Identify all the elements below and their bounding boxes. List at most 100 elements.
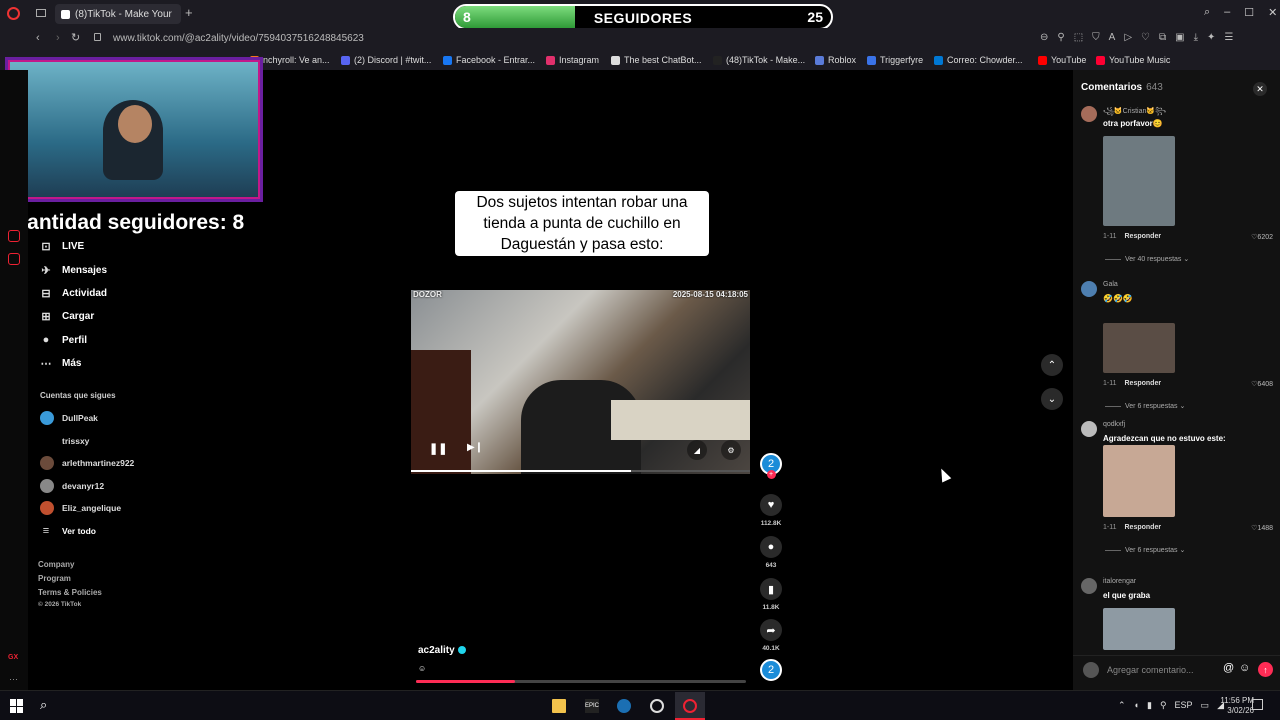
following-account[interactable]: devanyr12	[40, 479, 104, 493]
file-explorer-icon[interactable]	[552, 699, 566, 713]
download-icon[interactable]: ⤓	[1194, 32, 1198, 43]
sidebar-item-cargar[interactable]: ⊞ Cargar	[40, 310, 94, 323]
previous-video-button[interactable]: ⌃	[1041, 354, 1063, 376]
snapshot-icon[interactable]: ⬚	[1074, 32, 1083, 43]
footer-link[interactable]: Terms & Policies	[38, 588, 102, 597]
comment-input[interactable]	[1107, 662, 1217, 678]
ai-icon[interactable]: ✦	[1207, 32, 1215, 43]
extensions-icon[interactable]: ⧉	[1159, 32, 1166, 43]
minimize-button[interactable]: –	[1224, 6, 1230, 19]
volume-icon[interactable]: ◢	[687, 440, 707, 460]
obs-icon[interactable]	[650, 699, 664, 713]
language-indicator[interactable]: ESP	[1175, 700, 1193, 711]
sidebar-item-perfil[interactable]: ● Perfil	[40, 334, 87, 346]
bookmark-item[interactable]: Correo: Chowder...	[934, 50, 1023, 70]
back-icon[interactable]: ‹	[36, 32, 40, 44]
bookmark-item[interactable]: The best ChatBot...	[611, 50, 702, 70]
comment-likes[interactable]: ♡6202	[1251, 233, 1273, 241]
tray-chevron-icon[interactable]: ⌃	[1118, 700, 1126, 711]
rail-icon[interactable]	[8, 230, 20, 242]
view-replies-button[interactable]: Ver 6 respuestas ⌄	[1105, 546, 1185, 554]
comment-button[interactable]: ● 643	[760, 536, 782, 569]
comment-user[interactable]: ꧁🐱Cristian🐱꧂	[1103, 106, 1166, 120]
follow-plus-icon[interactable]: +	[766, 470, 776, 479]
bookmark-item[interactable]: YouTube Music	[1096, 50, 1170, 70]
browser-tab[interactable]: (8)TikTok - Make Your	[55, 4, 181, 24]
view-replies-button[interactable]: Ver 40 respuestas ⌄	[1105, 255, 1189, 263]
save-button[interactable]: ▮ 11.8K	[760, 578, 782, 611]
avatar[interactable]	[1081, 421, 1097, 437]
opera-gx-taskbar-button[interactable]	[675, 692, 705, 720]
rail-icon[interactable]	[8, 253, 20, 265]
rail-more-icon[interactable]: ···	[9, 674, 18, 684]
comment-image[interactable]	[1103, 323, 1175, 373]
comment-image[interactable]	[1103, 608, 1175, 650]
sidebar-item-mensajes[interactable]: ✈ Mensajes	[40, 264, 107, 277]
close-window-button[interactable]: ✕	[1268, 6, 1277, 19]
mic-icon[interactable]: ▮	[1147, 700, 1152, 711]
close-icon[interactable]: ✕	[1253, 82, 1267, 96]
avatar[interactable]	[1081, 281, 1097, 297]
mention-icon[interactable]: @	[1223, 662, 1234, 674]
settings-icon[interactable]: ⚙	[721, 440, 741, 460]
search-icon[interactable]: ⌕	[40, 697, 54, 712]
translate-icon[interactable]: A	[1109, 32, 1116, 43]
next-video-button[interactable]: ⌄	[1041, 388, 1063, 410]
view-replies-button[interactable]: Ver 6 respuestas ⌄	[1105, 402, 1185, 410]
pause-icon[interactable]: ❚❚	[429, 442, 447, 455]
bookmark-item[interactable]: (2) Discord | #twit...	[341, 50, 431, 70]
new-tab-button[interactable]: +	[185, 5, 193, 20]
reply-button[interactable]: Responder	[1125, 233, 1162, 240]
share-button[interactable]: ➦ 40.1K	[760, 619, 782, 652]
steam-icon[interactable]	[617, 699, 631, 713]
menu-icon[interactable]: ☰	[1224, 32, 1233, 43]
comment-user[interactable]: italorengar	[1103, 578, 1136, 585]
url-field[interactable]: www.tiktok.com/@ac2ality/video/759403751…	[113, 33, 364, 44]
shield-icon[interactable]: ⛉	[1092, 32, 1100, 43]
like-button[interactable]: ♥ 112.8K	[760, 494, 782, 527]
sidebar-item-actividad[interactable]: ⊟ Actividad	[40, 287, 107, 300]
headset-icon[interactable]: ◖	[1134, 700, 1139, 711]
video-author[interactable]: ac2ality	[418, 645, 466, 656]
epic-games-icon[interactable]: EPIC	[585, 699, 599, 713]
footer-link[interactable]: Company	[38, 560, 74, 569]
bookmark-item[interactable]: Facebook - Entrar...	[443, 50, 535, 70]
comment-likes[interactable]: ♡6408	[1251, 380, 1273, 388]
comment-image[interactable]	[1103, 445, 1175, 517]
footer-link[interactable]: Program	[38, 574, 71, 583]
zoom-icon[interactable]: ⊖	[1040, 32, 1048, 43]
pin-icon[interactable]: ⚲	[1057, 32, 1064, 43]
bookmark-item[interactable]: Roblox	[815, 50, 856, 70]
following-account[interactable]: trissxy	[40, 434, 89, 448]
sound-avatar[interactable]: 2	[760, 659, 782, 681]
following-account[interactable]: arlethmartinez922	[40, 456, 134, 470]
reply-button[interactable]: Responder	[1125, 380, 1162, 387]
windows-start-icon[interactable]	[10, 699, 24, 713]
comment-likes[interactable]: ♡1488	[1251, 524, 1273, 532]
comment-user[interactable]: qodkxfj	[1103, 421, 1125, 428]
video-progress-track[interactable]	[411, 470, 750, 472]
opera-menu-icon[interactable]	[7, 7, 20, 20]
forward-icon[interactable]: ›	[56, 32, 60, 44]
sidebar-item-live[interactable]: ⊡ LIVE	[40, 240, 84, 253]
sidebar-item-más[interactable]: ⋯ Más	[40, 357, 82, 370]
comment-image[interactable]	[1103, 136, 1175, 226]
player-icon[interactable]: ▷	[1124, 32, 1132, 43]
network-icon[interactable]: ▭	[1201, 700, 1210, 711]
usb-icon[interactable]: ⚲	[1160, 700, 1167, 711]
avatar[interactable]	[1081, 106, 1097, 122]
bookmark-item[interactable]: YouTube	[1038, 50, 1086, 70]
comment-user[interactable]: Gala	[1103, 281, 1118, 288]
following-account[interactable]: Eliz_angelique	[40, 501, 121, 515]
bookmark-item[interactable]: (48)TikTok - Make...	[713, 50, 805, 70]
bookmark-item[interactable]: Triggerfyre	[867, 50, 923, 70]
taskbar-clock[interactable]: 11:56 PM 3/02/26	[1220, 696, 1254, 716]
bookmark-item[interactable]: Instagram	[546, 50, 599, 70]
search-icon[interactable]: ⌕	[1204, 6, 1210, 19]
post-comment-button[interactable]: ↑	[1258, 662, 1273, 677]
following-account[interactable]: DullPeak	[40, 411, 98, 425]
tab-list-icon[interactable]	[36, 9, 46, 17]
see-all-link[interactable]: ≡ Ver todo	[40, 525, 96, 537]
emoji-picker-icon[interactable]: ☺	[1239, 662, 1250, 674]
video-player[interactable]: DOZOR 2025-08-15 04:18:05 ❚❚ ▶❙ ◢ ⚙	[411, 290, 750, 474]
